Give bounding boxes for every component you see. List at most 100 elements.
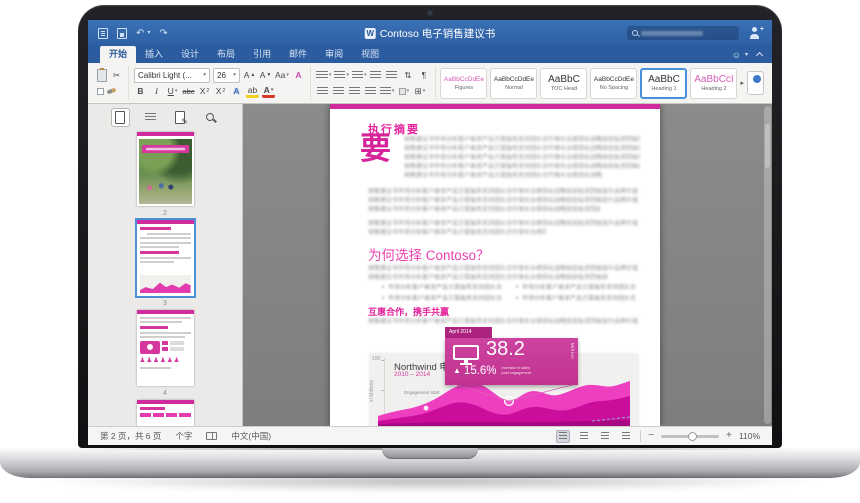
feedback-smiley-icon[interactable]: ☺ [732, 50, 741, 60]
grow-font-button[interactable]: A ▲ [243, 68, 256, 82]
zoom-level[interactable]: 110% [739, 431, 760, 441]
thumb-table-header [139, 413, 191, 417]
tab-layout[interactable]: 布局 [208, 46, 244, 63]
document-scrollbar[interactable] [764, 106, 771, 424]
align-right-icon [348, 86, 360, 96]
up-arrow-icon: ▲ [453, 366, 461, 375]
font-size-value: 26 [217, 70, 226, 80]
body-text-blurred: 销售建议书市场分析客户需求产品方案服务支持团队合作增长业绩目标战略规划投资回报提… [404, 155, 640, 161]
style-heading-1[interactable]: AaBbC Heading 1 [640, 67, 688, 99]
view-web-layout-button[interactable] [577, 430, 591, 443]
zoom-in-button[interactable]: + [726, 431, 732, 441]
justify-icon [364, 86, 376, 96]
page-number-label: 4 [163, 390, 167, 397]
shrink-font-button[interactable]: A ▼ [259, 68, 272, 82]
decrease-indent-button[interactable] [369, 68, 382, 82]
zoom-slider[interactable] [661, 431, 720, 441]
undo-caret-icon[interactable]: ▾ [147, 28, 150, 39]
clipboard-group: ✂ [92, 66, 129, 100]
document-page[interactable]: 执行摘要 要 销售建议书市场分析客户需求产品方案服务支持团队合作增长业绩目标战略… [330, 104, 660, 426]
font-name-select[interactable]: Calibri Light (... ▾ [134, 67, 210, 83]
view-draft-button[interactable] [619, 430, 633, 443]
zoom-out-button[interactable]: − [648, 431, 654, 441]
justify-button[interactable] [364, 84, 377, 98]
show-marks-button[interactable]: ¶ [417, 68, 430, 82]
increase-indent-button[interactable] [385, 68, 398, 82]
sort-button[interactable]: ⇅ [401, 68, 414, 82]
page-thumbnail-2[interactable] [134, 218, 196, 298]
numbered-list-button[interactable]: ▾ [334, 68, 349, 82]
view-print-layout-button[interactable] [556, 429, 571, 443]
align-left-button[interactable] [316, 84, 329, 98]
format-painter-button[interactable] [106, 87, 117, 95]
view-outline-button[interactable] [598, 430, 612, 443]
scrollbar-thumb[interactable] [765, 124, 770, 168]
styles-pane-button[interactable] [746, 71, 764, 95]
strikethrough-button[interactable]: abc [182, 84, 195, 98]
multilevel-list-button[interactable]: ▾ [351, 68, 366, 82]
doc-heading-why-contoso: 为何选择 Contoso？ [368, 248, 490, 263]
styles-more-icon[interactable]: ▸ [740, 79, 744, 87]
body-text-blurred: 销售建议书市场分析客户需求产品方案服务支持团队合作增长业绩目标战略规划投资回报提… [368, 221, 638, 227]
copy-button[interactable] [97, 87, 104, 95]
borders-button[interactable]: ⊞ ▾ [413, 84, 426, 98]
align-right-button[interactable] [348, 84, 361, 98]
redo-icon[interactable]: ↷ [159, 28, 167, 39]
font-color-button[interactable]: A ▾ [262, 84, 275, 98]
tab-design[interactable]: 设计 [172, 46, 208, 63]
bullet-list-icon [315, 70, 328, 80]
tab-references[interactable]: 引用 [244, 46, 280, 63]
cut-button[interactable]: ✂ [110, 68, 123, 82]
proofing-icon[interactable] [206, 432, 218, 440]
paste-button[interactable] [97, 67, 107, 82]
subscript-button[interactable]: X2 [198, 84, 211, 98]
align-center-button[interactable] [332, 84, 345, 98]
undo-icon[interactable]: ↶ [136, 28, 144, 39]
titlebar-right: + [627, 26, 764, 40]
text-effects-button[interactable]: A [230, 84, 243, 98]
word-count[interactable]: 个字 [175, 430, 192, 442]
change-case-button[interactable]: Aa ▾ [275, 68, 289, 82]
search-icon [632, 30, 638, 36]
numbered-list-icon [334, 70, 346, 80]
style-heading-2[interactable]: AaBbCcI Heading 2 [690, 67, 738, 99]
style-normal[interactable]: AaBbCcDdEe Normal [490, 67, 538, 99]
shading-button[interactable]: ▾ [397, 84, 410, 98]
sidebar-tab-review[interactable] [171, 108, 190, 127]
tab-home[interactable]: 开始 [100, 46, 137, 63]
style-figures[interactable]: AaBbCcDdEe Figures [440, 67, 488, 99]
style-no-spacing[interactable]: AaBbCcDdEe No Spacing [590, 67, 638, 99]
sidebar-tab-search[interactable] [201, 108, 220, 127]
tab-mailings[interactable]: 邮件 [280, 46, 316, 63]
body-text-blurred: 销售建议书市场分析客户需求产品方案服务支持团队合作增长业绩目标战略规划投资回报提… [404, 164, 640, 170]
zoom-slider-knob[interactable] [688, 431, 698, 441]
search-input[interactable] [627, 26, 739, 40]
clear-formatting-button[interactable]: A [292, 68, 305, 82]
tab-review[interactable]: 审阅 [316, 46, 352, 63]
highlight-button[interactable]: ab [246, 84, 259, 98]
page-indicator[interactable]: 第 2 页，共 6 页 [100, 430, 161, 442]
sidebar-tab-thumbnails[interactable] [110, 107, 130, 127]
page-thumbnail-4[interactable] [136, 400, 194, 426]
page-thumbnail-1[interactable] [136, 132, 194, 206]
tab-view[interactable]: 视图 [352, 46, 388, 63]
bold-button[interactable]: B [134, 84, 147, 98]
style-toc-head[interactable]: AaBbC TOC Head [540, 67, 588, 99]
save-icon[interactable] [117, 27, 127, 39]
bullet-list-button[interactable]: ▾ [315, 68, 331, 82]
page-thumbnail-3[interactable]: ♟ ♟ ♟ ♟ ♟ ♟ [136, 310, 194, 386]
collapse-ribbon-icon[interactable] [755, 51, 764, 60]
new-document-icon[interactable] [98, 27, 108, 39]
share-icon[interactable]: + [749, 26, 764, 39]
underline-button[interactable]: U ▾ [166, 84, 179, 98]
italic-button[interactable]: I [150, 84, 163, 98]
language-indicator[interactable]: 中文(中国) [231, 430, 271, 442]
tab-insert[interactable]: 插入 [136, 46, 172, 63]
sidebar-tab-outline[interactable] [141, 108, 160, 127]
font-size-select[interactable]: 26 ▾ [213, 67, 240, 83]
line-spacing-button[interactable]: ▾ [379, 84, 394, 98]
thumbnail-sidebar: 2 3 [88, 104, 243, 426]
document-canvas[interactable]: 执行摘要 要 销售建议书市场分析客户需求产品方案服务支持团队合作增长业绩目标战略… [243, 104, 772, 426]
superscript-button[interactable]: X2 [214, 84, 227, 98]
feedback-caret-icon[interactable]: ▾ [745, 51, 748, 58]
